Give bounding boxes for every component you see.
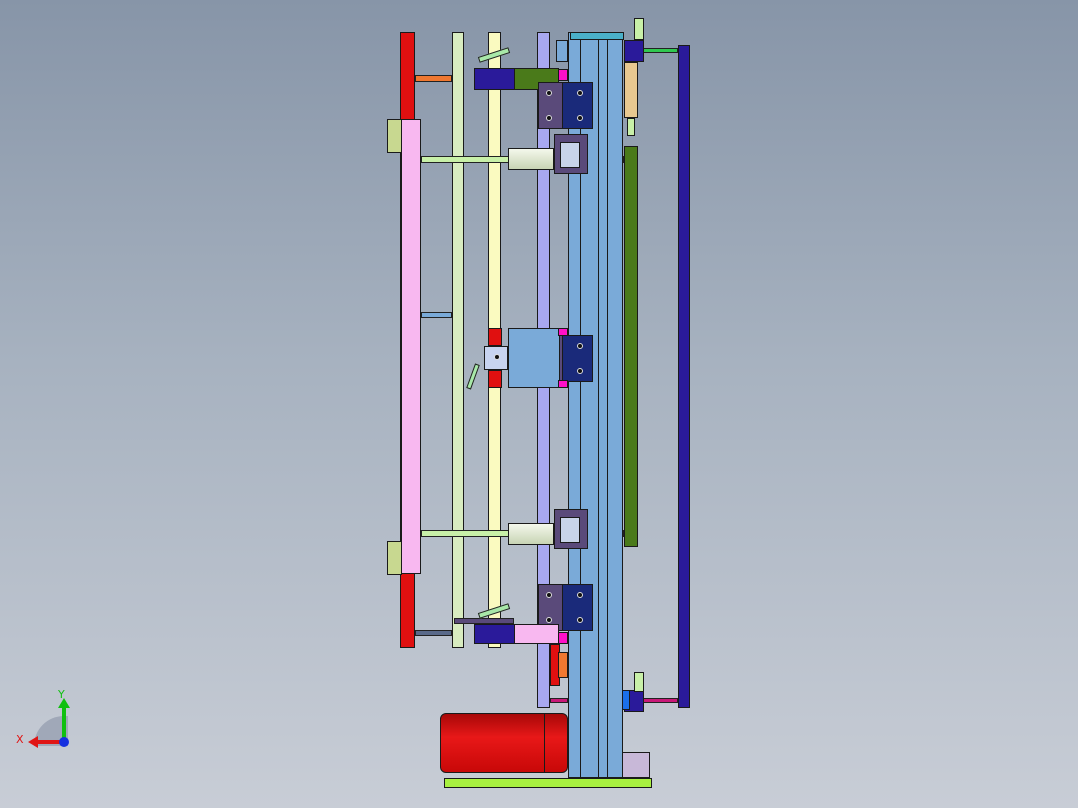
bearing-block-middle-inner[interactable] — [562, 335, 593, 382]
drive-motor[interactable] — [440, 713, 568, 773]
bottom-valve[interactable] — [634, 672, 644, 692]
upper-cylinder-bracket-inner[interactable] — [560, 142, 580, 168]
x-axis-arrow — [28, 736, 38, 748]
y-axis-label: Y — [58, 688, 65, 701]
x-axis-label: X — [16, 733, 24, 746]
bearing-block-top-inner[interactable] — [562, 82, 593, 129]
purple-hose-bottom[interactable] — [550, 698, 568, 703]
bolt-icon — [546, 617, 552, 623]
olive-clamp-top[interactable] — [387, 119, 402, 153]
motor-endcap-line — [544, 713, 545, 773]
magenta-spacer-bottom[interactable] — [558, 632, 568, 644]
bottom-clamp-base[interactable] — [474, 624, 516, 644]
red-block-lower[interactable] — [488, 370, 502, 388]
top-fitting-block[interactable] — [624, 40, 644, 62]
bolt-icon — [577, 90, 583, 96]
middle-clamp-body[interactable] — [508, 328, 560, 388]
bolt-icon — [577, 343, 583, 349]
magenta-spacer-top[interactable] — [558, 69, 568, 81]
bolt-icon — [546, 592, 552, 598]
lower-stack-orange[interactable] — [558, 652, 568, 678]
bottom-clamp-rail[interactable] — [454, 618, 514, 624]
pale-green-rail[interactable] — [452, 32, 464, 648]
blue-connector-rod-mid[interactable] — [421, 312, 452, 318]
navy-back-plate[interactable] — [678, 45, 690, 708]
pink-side-plate[interactable] — [401, 119, 421, 574]
base-plate[interactable] — [444, 778, 652, 788]
red-block-upper[interactable] — [488, 328, 502, 346]
orange-connector-rod[interactable] — [415, 75, 452, 82]
small-bolt-top[interactable] — [627, 118, 635, 136]
magenta-spacer-middle-low[interactable] — [558, 380, 568, 388]
middle-clamp-lever[interactable] — [466, 363, 480, 390]
green-back-plate[interactable] — [624, 146, 638, 547]
cad-viewport[interactable]: Y X — [0, 0, 1078, 808]
bolt-icon — [577, 617, 583, 623]
bolt-icon — [577, 115, 583, 121]
bolt-icon — [577, 368, 583, 374]
bolt-icon — [546, 90, 552, 96]
blue-small-block[interactable] — [622, 690, 630, 710]
z-axis-dot — [59, 737, 69, 747]
base-bracket[interactable] — [622, 752, 650, 778]
green-hose-top[interactable] — [643, 48, 678, 53]
lower-cylinder-bracket-inner[interactable] — [560, 517, 580, 543]
tan-bracket[interactable] — [624, 62, 638, 118]
column-cap[interactable] — [570, 32, 624, 40]
bolt-icon — [577, 592, 583, 598]
cylinder-lower[interactable] — [508, 523, 554, 545]
olive-clamp-bottom[interactable] — [387, 541, 402, 575]
gray-connector-rod-bottom[interactable] — [415, 630, 452, 636]
axis-triad — [28, 698, 70, 748]
bearing-block-bottom-inner[interactable] — [562, 584, 593, 631]
bolt-icon — [494, 354, 500, 360]
magenta-hose-bottom[interactable] — [643, 698, 678, 703]
bottom-clamp-arm[interactable] — [514, 624, 559, 644]
magenta-spacer-middle[interactable] — [558, 328, 568, 336]
column-line-c — [607, 32, 608, 778]
column-line-b — [598, 32, 599, 778]
bolt-icon — [546, 115, 552, 121]
top-small-fitting[interactable] — [556, 40, 568, 62]
top-clamp-base[interactable] — [474, 68, 516, 90]
cylinder-upper[interactable] — [508, 148, 554, 170]
top-valve[interactable] — [634, 18, 644, 40]
